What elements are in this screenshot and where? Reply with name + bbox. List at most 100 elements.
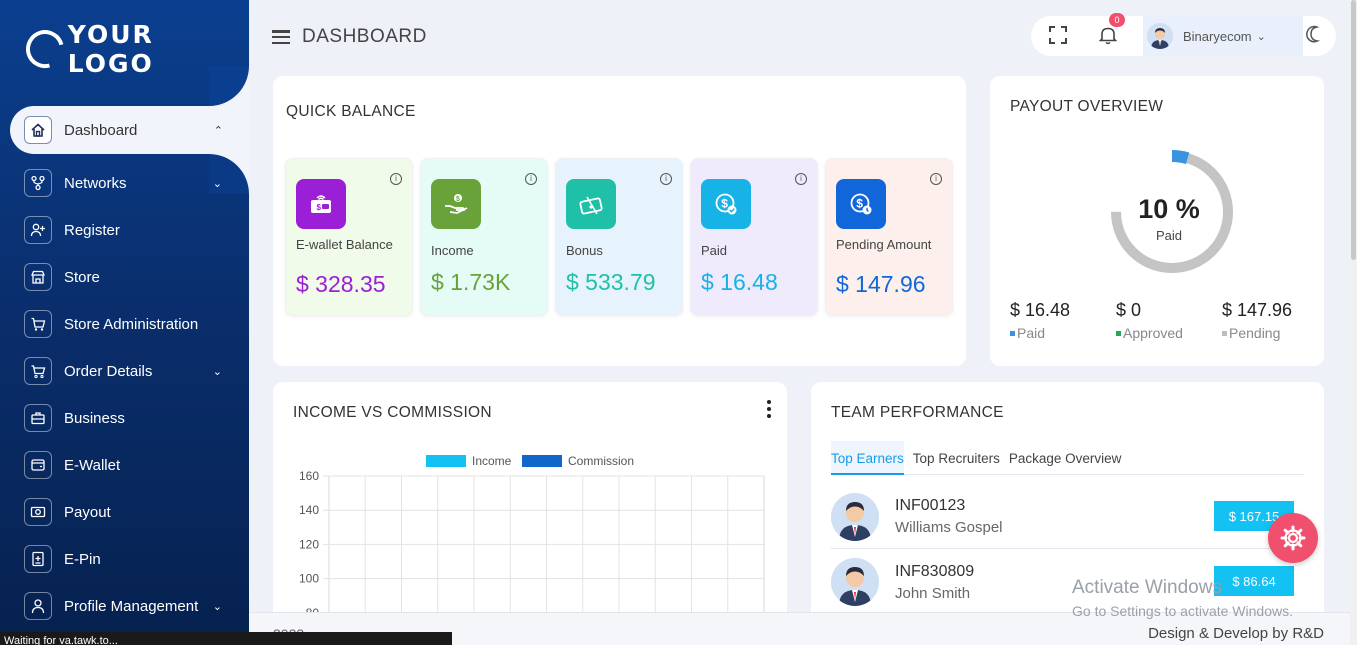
y-tick-label: 160 (299, 469, 319, 483)
settings-button[interactable] (1268, 513, 1318, 563)
tile-label: E-wallet Balance (296, 237, 393, 252)
page-scrollbar[interactable] (1350, 0, 1357, 645)
payout-stat-paid: $ 16.48 Paid (1010, 300, 1070, 341)
y-tick-label: 140 (299, 503, 319, 517)
tile-bonus[interactable]: i Bonus $ 533.79 (555, 158, 683, 316)
stat-label: Pending (1229, 325, 1281, 341)
payout-stat-approved: $ 0 Approved (1116, 300, 1183, 341)
tab-package-overview[interactable]: Package Overview (1009, 441, 1122, 475)
y-tick-label: 120 (299, 537, 319, 551)
sidebar-item-e-pin[interactable]: E-Pin (24, 544, 234, 574)
pending-coin-icon: $ (836, 179, 886, 229)
member-id: INF830809 (895, 562, 975, 580)
tab-top-earners[interactable]: Top Earners (831, 441, 904, 475)
add-user-icon (24, 216, 52, 244)
quick-balance-title: QUICK BALANCE (286, 103, 416, 120)
legend-dot (1222, 330, 1227, 336)
stat-label: Paid (1017, 325, 1046, 341)
network-icon (24, 169, 52, 197)
sidebar-item-e-wallet[interactable]: E-Wallet (24, 450, 234, 480)
page-header: DASHBOARD (272, 26, 427, 48)
footer-credit: Design & Develop by R&D (1148, 625, 1324, 642)
windows-activation-watermark: Activate Windows Go to Settings to activ… (1072, 577, 1293, 619)
sidebar-item-payout[interactable]: Payout (24, 497, 234, 527)
list-item[interactable]: INF00123 Williams Gospel $ 167.15 (831, 485, 1304, 549)
sidebar-item-register[interactable]: Register (24, 215, 234, 245)
tile-value: $ 147.96 (836, 271, 926, 297)
menu-toggle-icon[interactable] (272, 30, 290, 44)
stat-value: $ 147.96 (1222, 300, 1293, 320)
chevron-down-icon: ⌄ (212, 177, 222, 190)
sidebar-item-label: Profile Management (64, 597, 199, 615)
bell-icon[interactable] (1098, 25, 1118, 50)
stat-label-row: Paid (1010, 325, 1070, 341)
tab-top-recruiters[interactable]: Top Recruiters (913, 441, 1000, 475)
page-title: DASHBOARD (302, 26, 427, 47)
sidebar-item-label: E-Pin (64, 550, 101, 568)
sidebar-item-store[interactable]: Store (24, 262, 234, 292)
sidebar-item-order-details[interactable]: Order Details ⌄ (24, 356, 234, 386)
tile-label: Bonus (566, 243, 603, 258)
tile-label: Pending Amount (836, 237, 932, 252)
sidebar-item-label: Business (64, 409, 125, 427)
svg-text:$: $ (317, 203, 322, 212)
tile-pending-amount[interactable]: $ i Pending Amount $ 147.96 (825, 158, 953, 316)
stat-label-row: Approved (1116, 325, 1183, 341)
tile-label: Paid (701, 243, 728, 258)
sidebar-item-profile-management[interactable]: Profile Management ⌄ (24, 591, 234, 621)
info-icon[interactable]: i (795, 173, 807, 185)
hand-money-icon: $ (431, 179, 481, 229)
info-icon[interactable]: i (930, 173, 942, 185)
chevron-down-icon: ⌄ (212, 365, 222, 378)
member-info: INF830809 John Smith (895, 563, 974, 602)
legend-dot (1116, 330, 1121, 336)
wallet-icon (24, 451, 52, 479)
sidebar-item-label: Networks (64, 174, 127, 192)
tile-ewallet-balance[interactable]: $ i E-wallet Balance $ 328.35 (285, 158, 413, 316)
info-icon[interactable]: i (390, 173, 402, 185)
chevron-down-icon: ⌄ (1256, 30, 1266, 43)
tile-paid[interactable]: $ i Paid $ 16.48 (690, 158, 818, 316)
team-performance-title: TEAM PERFORMANCE (831, 404, 1004, 421)
fullscreen-icon[interactable] (1049, 26, 1067, 44)
svg-text:$: $ (721, 197, 728, 211)
stat-label: Approved (1123, 325, 1183, 341)
svg-text:$: $ (856, 197, 863, 211)
tile-label: Income (431, 243, 474, 258)
scrollbar-thumb[interactable] (1351, 0, 1356, 260)
gift-voucher-icon (566, 179, 616, 229)
sidebar: YOUR LOGO Dashboard ⌃ Networks ⌄ Registe… (0, 0, 249, 645)
tile-income[interactable]: $ i Income $ 1.73K (420, 158, 548, 316)
income-commission-chart: 16014012010080 (299, 469, 765, 622)
watermark-line1: Activate Windows (1072, 577, 1222, 598)
info-icon[interactable]: i (525, 173, 537, 185)
info-icon[interactable]: i (660, 173, 672, 185)
sidebar-item-networks[interactable]: Networks ⌄ (24, 168, 234, 198)
avatar (831, 558, 879, 606)
tile-value: $ 1.73K (431, 269, 511, 295)
sidebar-item-dashboard[interactable]: Dashboard ⌃ (10, 106, 249, 154)
sidebar-item-label: Store Administration (64, 315, 199, 333)
stat-label-row: Pending (1222, 325, 1292, 341)
money-icon (24, 498, 52, 526)
store-icon (24, 263, 52, 291)
avatar (831, 492, 879, 541)
user-menu[interactable]: Binaryecom ⌄ (1143, 16, 1303, 56)
briefcase-icon (24, 404, 52, 432)
tile-value: $ 533.79 (566, 269, 656, 295)
y-tick-label: 100 (299, 572, 319, 586)
chevron-up-icon: ⌃ (213, 124, 223, 137)
sidebar-item-label: Payout (64, 503, 111, 521)
dark-mode-toggle-icon[interactable] (1304, 24, 1324, 49)
payout-overview-card: PAYOUT OVERVIEW 10 % Paid $ 16.48 Paid $… (990, 76, 1324, 366)
team-performance-tabs: Top Earners Top Recruiters Package Overv… (831, 441, 1304, 475)
sidebar-item-business[interactable]: Business (24, 403, 234, 433)
tile-value: $ 328.35 (296, 271, 386, 297)
home-icon (24, 116, 52, 144)
sidebar-item-store-administration[interactable]: Store Administration (24, 309, 234, 339)
chevron-down-icon: ⌄ (212, 600, 222, 613)
avatar (1147, 23, 1173, 49)
basket-icon (24, 357, 52, 385)
legend-dot (1010, 330, 1015, 336)
sidebar-item-label: Register (64, 221, 120, 239)
